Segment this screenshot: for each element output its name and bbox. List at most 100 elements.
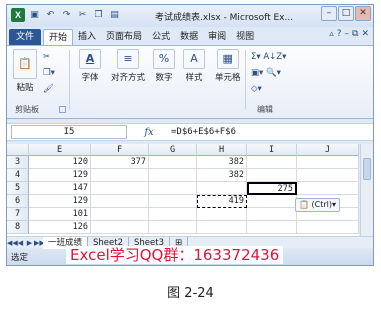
column-header[interactable]: F — [91, 144, 149, 156]
minimize-icon[interactable]: – — [321, 6, 337, 21]
cells-icon[interactable]: ▦ — [216, 49, 239, 69]
cell-f7[interactable] — [91, 208, 149, 221]
column-header[interactable]: I — [247, 144, 297, 156]
cell-j3[interactable] — [297, 156, 359, 169]
first-sheet-icon[interactable]: ◀◀ — [7, 239, 18, 247]
cell-h3[interactable]: 382 — [197, 156, 247, 169]
tab-review[interactable]: 审阅 — [203, 29, 231, 45]
column-header[interactable]: G — [149, 144, 197, 156]
cell-h7[interactable] — [197, 208, 247, 221]
tab-data[interactable]: 数据 — [175, 29, 203, 45]
row-header[interactable]: 7 — [7, 208, 29, 221]
cell-h4[interactable]: 382 — [197, 169, 247, 182]
number-group[interactable]: % 数字 — [153, 49, 175, 83]
fill-icon[interactable]: ▣▾ 🔍▾ — [251, 66, 286, 80]
cell-j4[interactable] — [297, 169, 359, 182]
tab-view[interactable]: 视图 — [231, 29, 259, 45]
close-icon[interactable]: ✕ — [355, 6, 371, 21]
tab-home[interactable]: 开始 — [43, 29, 74, 45]
row-header[interactable]: 8 — [7, 221, 29, 234]
worksheet-grid[interactable]: E F G H I J 3 4 5 6 7 8 120 377 382 129 … — [7, 144, 359, 236]
name-box[interactable]: I5 — [11, 125, 127, 139]
excel-logo-icon[interactable]: X — [11, 8, 25, 22]
close-workbook-icon[interactable]: ✕ — [361, 29, 369, 39]
restore-icon[interactable]: ⧉ — [352, 29, 358, 39]
align-icon[interactable]: ≡ — [117, 49, 139, 69]
clear-icon[interactable]: ◇▾ — [251, 82, 286, 96]
cell-i7[interactable] — [247, 208, 297, 221]
sort-filter-icon[interactable]: A↓Z▾ — [263, 52, 286, 62]
percent-icon[interactable]: % — [153, 49, 175, 69]
cell-i8[interactable] — [247, 221, 297, 234]
copy-icon[interactable]: ❐ — [92, 8, 105, 22]
formula-input[interactable]: =D$6+E$6+F$6 — [171, 127, 236, 137]
cell-h8[interactable] — [197, 221, 247, 234]
scrollbar-thumb[interactable] — [363, 158, 371, 180]
cell-i3[interactable] — [247, 156, 297, 169]
cell-e4[interactable]: 129 — [29, 169, 91, 182]
paste-group[interactable]: 📋 粘贴 — [13, 49, 37, 93]
clipboard-icon[interactable]: 📋 — [13, 49, 37, 79]
column-header[interactable]: H — [197, 144, 247, 156]
cell-f5[interactable] — [91, 182, 149, 195]
cell-f8[interactable] — [91, 221, 149, 234]
cell-f3[interactable]: 377 — [91, 156, 149, 169]
cell-e3[interactable]: 120 — [29, 156, 91, 169]
tab-formulas[interactable]: 公式 — [147, 29, 175, 45]
tab-file[interactable]: 文件 — [9, 29, 42, 45]
tab-insert[interactable]: 插入 — [73, 29, 101, 45]
vertical-scrollbar[interactable] — [360, 144, 373, 236]
ribbon-collapse-icon[interactable]: ▵ — [329, 29, 334, 39]
cell-e5[interactable]: 147 — [29, 182, 91, 195]
cell-g7[interactable] — [149, 208, 197, 221]
autosum-icon[interactable]: Σ▾ A↓Z▾ — [251, 50, 286, 64]
redo-icon[interactable]: ↷ — [60, 8, 73, 22]
next-sheet-icon[interactable]: ▶ — [25, 239, 34, 247]
alignment-group[interactable]: ≡ 对齐方式 — [111, 49, 145, 83]
cell-h6-copy-marquee[interactable]: 419 — [197, 195, 247, 208]
find-select-icon[interactable]: 🔍▾ — [266, 68, 281, 78]
copy-icon[interactable]: ❐▾ — [43, 66, 55, 80]
cell-g5[interactable] — [149, 182, 197, 195]
clipboard-dialog-launcher-icon[interactable] — [59, 106, 66, 113]
cell-j5[interactable] — [297, 182, 359, 195]
cell-f4[interactable] — [91, 169, 149, 182]
cell-i4[interactable] — [247, 169, 297, 182]
row-header[interactable]: 3 — [7, 156, 29, 169]
fx-icon[interactable]: fx — [127, 127, 171, 138]
font-icon[interactable]: A — [79, 49, 101, 69]
cell-j8[interactable] — [297, 221, 359, 234]
cell-i5-selected[interactable]: 275 — [247, 182, 297, 195]
cell-g8[interactable] — [149, 221, 197, 234]
styles-group[interactable]: A 样式 — [183, 49, 205, 83]
cell-g3[interactable] — [149, 156, 197, 169]
cell-g6[interactable] — [149, 195, 197, 208]
save-icon[interactable]: ▣ — [28, 8, 41, 22]
cell-i6[interactable] — [247, 195, 297, 208]
cells-group[interactable]: ▦ 单元格 — [215, 49, 241, 83]
column-header[interactable]: E — [29, 144, 91, 156]
paste-options-button[interactable]: 📋 (Ctrl)▾ — [295, 198, 341, 212]
cell-h5[interactable] — [197, 182, 247, 195]
tab-page-layout[interactable]: 页面布局 — [101, 29, 147, 45]
row-header[interactable]: 5 — [7, 182, 29, 195]
row-header[interactable]: 4 — [7, 169, 29, 182]
column-header[interactable]: J — [297, 144, 359, 156]
cut-icon[interactable]: ✂ — [76, 8, 89, 22]
prev-sheet-icon[interactable]: ◀ — [16, 239, 25, 247]
cell-g4[interactable] — [149, 169, 197, 182]
help-icon[interactable]: ? — [337, 29, 342, 39]
minimize-ribbon-icon[interactable]: – — [345, 29, 350, 39]
paste-icon[interactable]: ▤ — [108, 8, 121, 22]
cell-e7[interactable]: 101 — [29, 208, 91, 221]
format-painter-icon[interactable]: 🖌 — [43, 82, 55, 96]
cut-icon[interactable]: ✂ — [43, 50, 55, 64]
cell-e8[interactable]: 126 — [29, 221, 91, 234]
cell-f6[interactable] — [91, 195, 149, 208]
undo-icon[interactable]: ↶ — [44, 8, 57, 22]
cell-e6[interactable]: 129 — [29, 195, 91, 208]
select-all-corner[interactable] — [7, 144, 29, 156]
maximize-icon[interactable]: □ — [338, 6, 354, 21]
styles-icon[interactable]: A — [183, 49, 205, 69]
font-group[interactable]: A 字体 — [79, 49, 101, 83]
